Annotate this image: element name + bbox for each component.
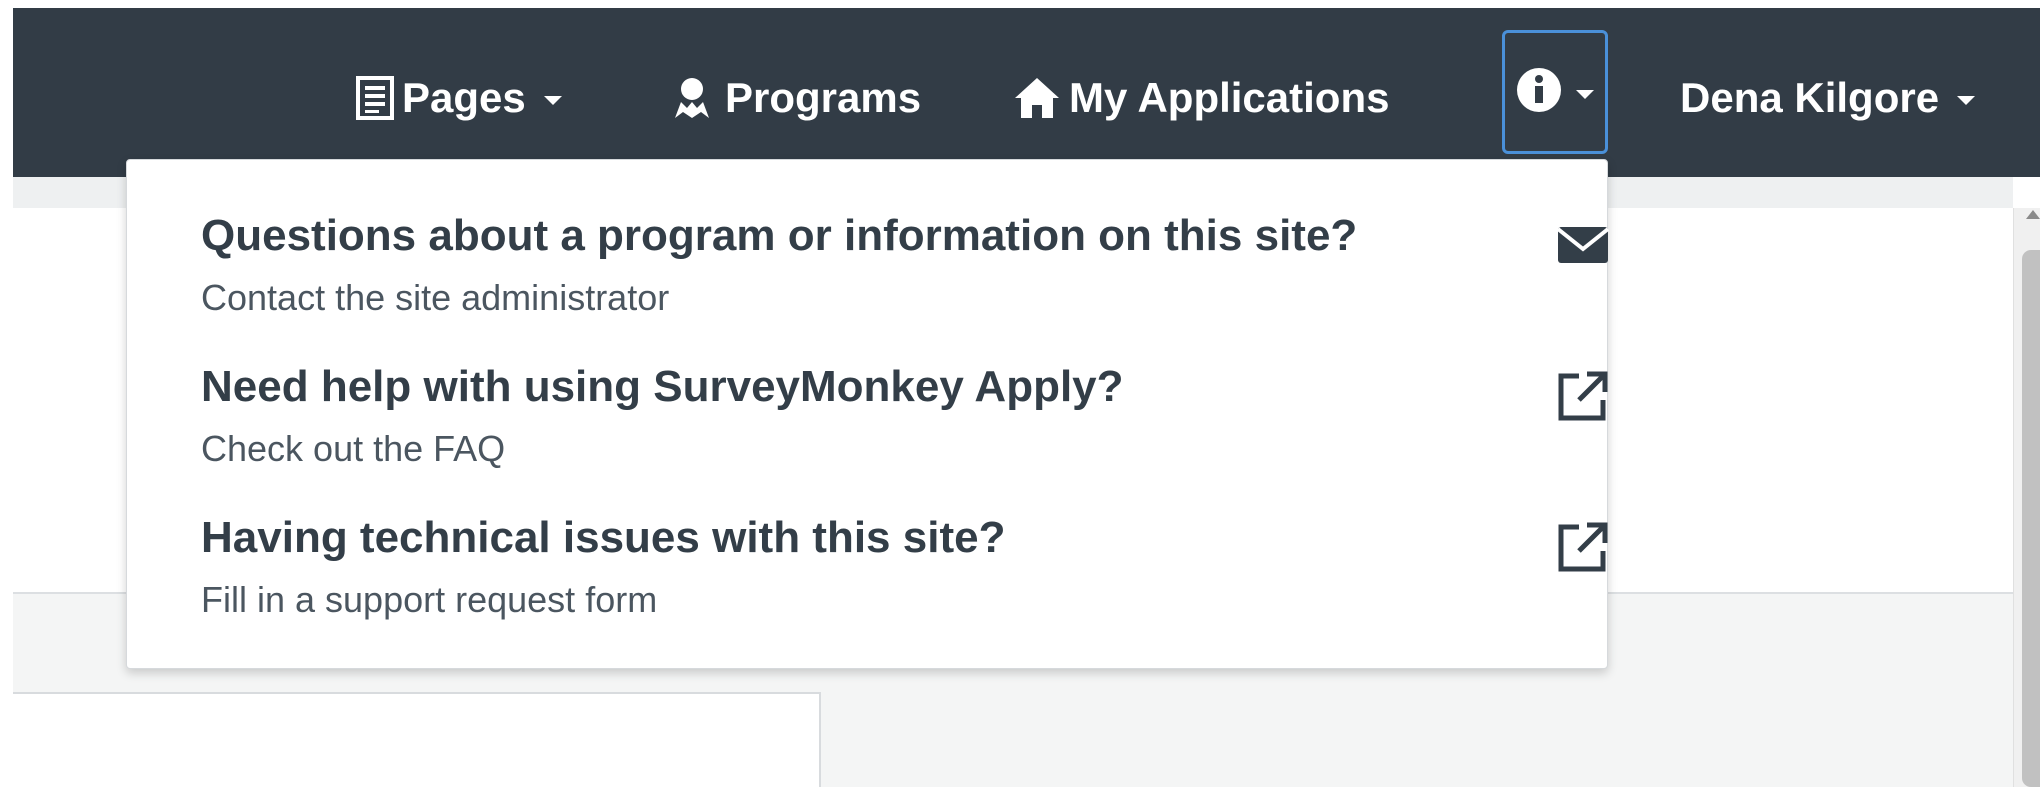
chevron-down-icon: [1957, 95, 1976, 105]
help-dropdown-menu: Questions about a program or information…: [126, 159, 1609, 669]
help-item-subtitle: Check out the FAQ: [201, 428, 506, 469]
home-icon: [1013, 76, 1061, 120]
help-item-contact-admin[interactable]: Questions about a program or information…: [201, 211, 1609, 331]
user-name: Dena Kilgore: [1680, 74, 1940, 121]
help-item-subtitle: Fill in a support request form: [201, 579, 658, 620]
user-menu-dropdown[interactable]: Dena Kilgore: [1680, 68, 1976, 128]
help-item-faq[interactable]: Need help with using SurveyMonkey Apply?…: [201, 362, 1608, 482]
chevron-down-icon: [543, 95, 562, 105]
scroll-up-arrow[interactable]: [2026, 210, 2040, 219]
nav-programs-label: Programs: [725, 74, 922, 121]
external-link-icon: [1558, 371, 1608, 421]
help-item-title: Need help with using SurveyMonkey Apply?: [201, 362, 1124, 411]
envelope-icon: [1557, 227, 1609, 263]
info-circle-icon: [1516, 67, 1562, 118]
external-link-icon: [1558, 522, 1608, 572]
nav-programs-link[interactable]: Programs: [667, 68, 921, 128]
people-icon: [667, 76, 717, 120]
nav-my-applications-label: My Applications: [1069, 74, 1390, 121]
help-item-support-request[interactable]: Having technical issues with this site? …: [201, 513, 1608, 633]
help-menu-button[interactable]: [1502, 30, 1608, 154]
help-item-title: Questions about a program or information…: [201, 211, 1358, 260]
nav-pages-dropdown[interactable]: Pages: [356, 68, 562, 128]
content-panel: [13, 692, 821, 787]
nav-pages-label: Pages: [402, 74, 526, 121]
window-top-edge: [0, 0, 2040, 8]
top-navbar: Pages Programs My Applications Dena Kilg…: [13, 8, 2040, 177]
scrollbar-thumb[interactable]: [2022, 250, 2040, 787]
document-icon: [356, 76, 394, 120]
help-item-title: Having technical issues with this site?: [201, 513, 1006, 562]
help-item-subtitle: Contact the site administrator: [201, 277, 670, 318]
nav-my-applications-link[interactable]: My Applications: [1013, 68, 1389, 128]
chevron-down-icon: [1576, 89, 1594, 99]
